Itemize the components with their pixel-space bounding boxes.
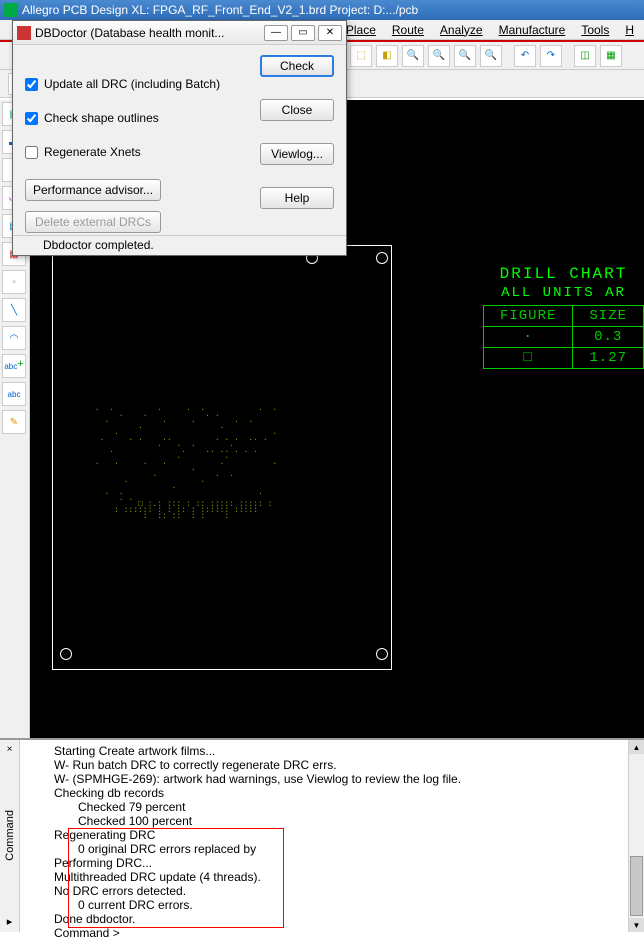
command-panel: × Command ▸ Starting Create artwork film… <box>0 738 644 932</box>
close-x-button[interactable]: ✕ <box>318 25 342 41</box>
drill-table: FIGURESIZE ·0.3 □1.27 <box>483 305 644 369</box>
command-prompt[interactable]: Command > <box>22 926 626 940</box>
vtool-margin-icon[interactable]: ▫ <box>2 270 26 294</box>
log-line: W- (SPMHGE-269): artwork had warnings, u… <box>22 772 626 786</box>
dialog-icon <box>17 26 31 40</box>
scroll-thumb[interactable] <box>630 856 643 916</box>
log-line: Done dbdoctor. <box>22 912 626 926</box>
log-line: No DRC errors detected. <box>22 884 626 898</box>
app-icon <box>4 3 18 17</box>
tool-zoom-win-icon[interactable]: ◧ <box>376 45 398 67</box>
regen-xnets-checkbox[interactable] <box>25 146 38 159</box>
tool-zoom-sel-icon[interactable]: 🔍 <box>480 45 502 67</box>
tool-undo-icon[interactable]: ↶ <box>514 45 536 67</box>
command-panel-handle[interactable]: × Command ▸ <box>0 740 20 932</box>
fiducial-icon <box>376 648 388 660</box>
menu-route[interactable]: Route <box>386 23 430 37</box>
tool-layer-icon[interactable]: ◫ <box>574 45 596 67</box>
vtool-arc-icon[interactable]: ◠ <box>2 326 26 350</box>
check-shape-label: Check shape outlines <box>44 111 159 125</box>
drill-header-figure: FIGURE <box>483 306 572 327</box>
main-titlebar: Allegro PCB Design XL: FPGA_RF_Front_End… <box>0 0 644 20</box>
pcb-components: . . . . . . . . . . . . . . . . . . . . … <box>90 400 277 526</box>
update-drc-label: Update all DRC (including Batch) <box>44 77 220 91</box>
drill-chart: DRILL CHART ALL UNITS AR FIGURESIZE ·0.3… <box>483 265 644 369</box>
dialog-status: Dbdoctor completed. <box>13 235 346 255</box>
dialog-title-text: DBDoctor (Database health monit... <box>35 26 261 40</box>
performance-advisor-button[interactable]: Performance advisor... <box>25 179 161 201</box>
menu-help[interactable]: H <box>619 23 640 37</box>
menu-analyze[interactable]: Analyze <box>434 23 489 37</box>
maximize-button[interactable]: ▭ <box>291 25 315 41</box>
tool-redo-icon[interactable]: ↷ <box>540 45 562 67</box>
log-line: Multithreaded DRC update (4 threads). <box>22 870 626 884</box>
log-line: 0 original DRC errors replaced by <box>22 842 626 856</box>
menu-tools[interactable]: Tools <box>575 23 615 37</box>
menu-manufacture[interactable]: Manufacture <box>493 23 572 37</box>
update-drc-checkbox[interactable] <box>25 78 38 91</box>
vtool-drawline-icon[interactable]: ╲ <box>2 298 26 322</box>
vtool-text-icon[interactable]: abc <box>2 382 26 406</box>
panel-grip-icon[interactable]: ▸ <box>7 915 13 928</box>
command-panel-label: Command <box>4 810 16 861</box>
scroll-down-icon[interactable]: ▼ <box>629 918 644 932</box>
close-panel-icon[interactable]: × <box>7 744 13 755</box>
log-line: Checked 79 percent <box>22 800 626 814</box>
tool-zoom-out-icon[interactable]: 🔍 <box>428 45 450 67</box>
log-line: Starting Create artwork films... <box>22 744 626 758</box>
help-button[interactable]: Help <box>260 187 334 209</box>
drill-cell: · <box>483 327 572 348</box>
title-text: Allegro PCB Design XL: FPGA_RF_Front_End… <box>22 3 418 17</box>
drill-title: DRILL CHART <box>483 265 644 283</box>
log-line: 0 current DRC errors. <box>22 898 626 912</box>
log-line: Regenerating DRC <box>22 828 626 842</box>
delete-external-drcs-button[interactable]: Delete external DRCs <box>25 211 161 233</box>
drill-cell: □ <box>483 348 572 369</box>
vtool-text-add-icon[interactable]: abc+ <box>2 354 26 378</box>
check-shape-checkbox[interactable] <box>25 112 38 125</box>
tool-zoom-in-icon[interactable]: 🔍 <box>402 45 424 67</box>
tool-zoom-fit-icon[interactable]: ⬚ <box>350 45 372 67</box>
tool-zoom-prev-icon[interactable]: 🔍 <box>454 45 476 67</box>
viewlog-button[interactable]: Viewlog... <box>260 143 334 165</box>
drill-cell: 0.3 <box>573 327 644 348</box>
log-line: Checked 100 percent <box>22 814 626 828</box>
dbdoctor-dialog: DBDoctor (Database health monit... — ▭ ✕… <box>12 20 347 256</box>
scrollbar[interactable]: ▲ ▼ <box>628 740 644 932</box>
vtool-pencil-icon[interactable]: ✎ <box>2 410 26 434</box>
dialog-titlebar[interactable]: DBDoctor (Database health monit... — ▭ ✕ <box>13 21 346 45</box>
drill-header-size: SIZE <box>573 306 644 327</box>
close-button[interactable]: Close <box>260 99 334 121</box>
drill-subtitle: ALL UNITS AR <box>483 285 644 301</box>
command-output[interactable]: Starting Create artwork films... W- Run … <box>20 740 628 932</box>
log-line: Performing DRC... <box>22 856 626 870</box>
minimize-button[interactable]: — <box>264 25 288 41</box>
log-line: Checking db records <box>22 786 626 800</box>
regen-xnets-label: Regenerate Xnets <box>44 145 141 159</box>
tool-grid-icon[interactable]: ▦ <box>600 45 622 67</box>
fiducial-icon <box>60 648 72 660</box>
fiducial-icon <box>376 252 388 264</box>
drill-cell: 1.27 <box>573 348 644 369</box>
scroll-up-icon[interactable]: ▲ <box>629 740 644 754</box>
log-line: W- Run batch DRC to correctly regenerate… <box>22 758 626 772</box>
check-button[interactable]: Check <box>260 55 334 77</box>
